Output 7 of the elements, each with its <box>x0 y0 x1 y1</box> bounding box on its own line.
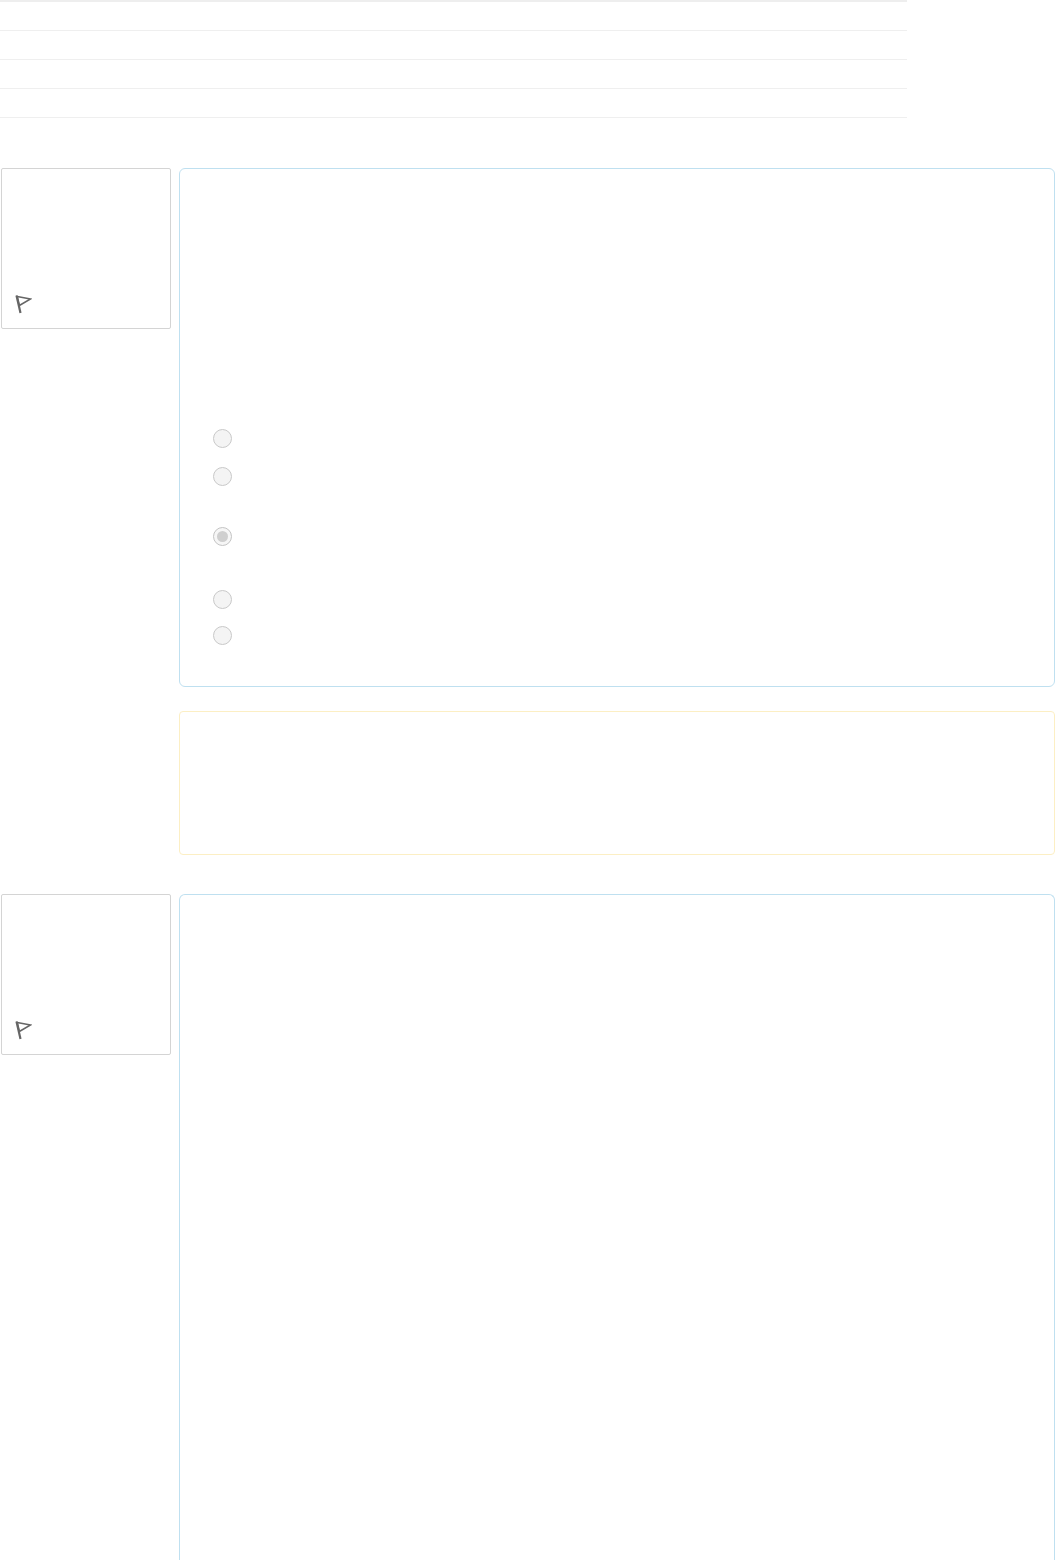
flag-icon[interactable] <box>14 294 32 314</box>
radio-button[interactable] <box>213 626 232 645</box>
radio-button[interactable] <box>213 429 232 448</box>
radio-button[interactable] <box>213 527 232 546</box>
radio-button[interactable] <box>213 467 232 486</box>
flag-icon[interactable] <box>14 1020 32 1040</box>
radio-button[interactable] <box>213 590 232 609</box>
